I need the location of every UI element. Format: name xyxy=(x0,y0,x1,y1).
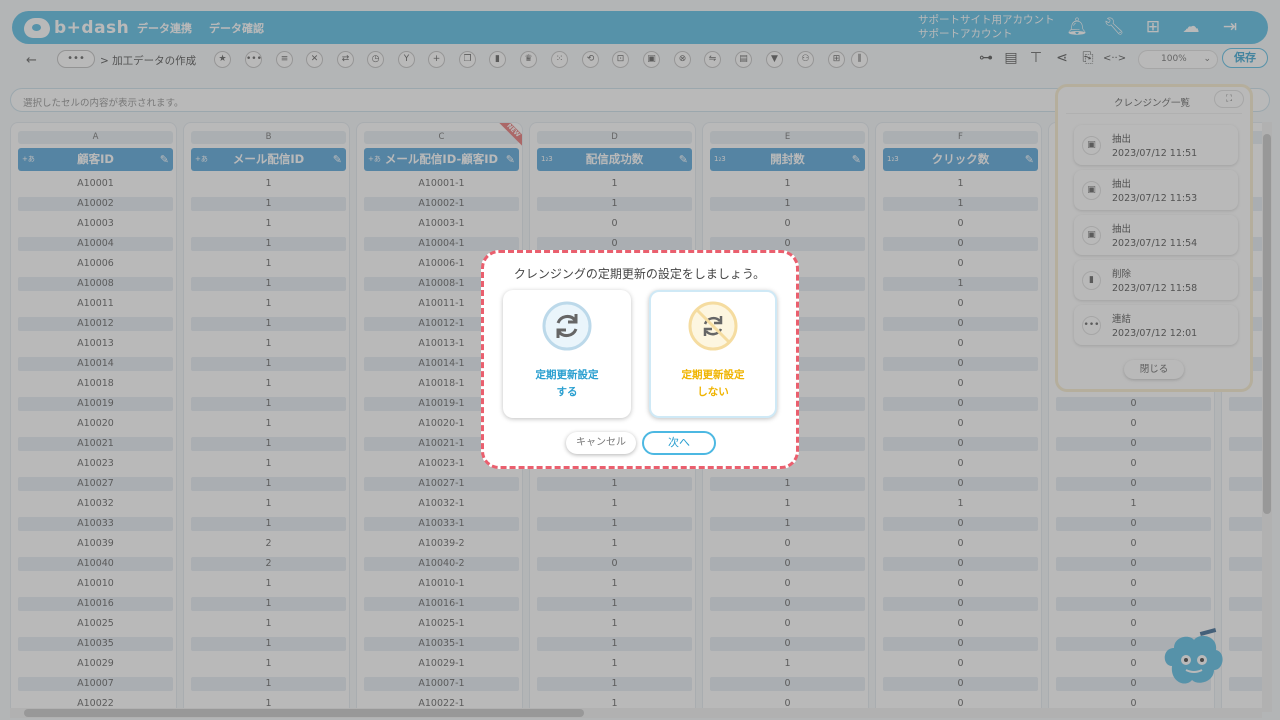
option-enable-line1: 定期更新設定 xyxy=(535,369,599,381)
refresh-icon xyxy=(542,301,592,351)
option-enable-label: 定期更新設定 する xyxy=(503,367,631,401)
option-enable-line2: する xyxy=(556,386,578,398)
option-enable-periodic-update[interactable]: 定期更新設定 する xyxy=(503,290,631,418)
next-button[interactable]: 次へ xyxy=(642,431,716,455)
periodic-update-dialog: クレンジングの定期更新の設定をしましょう。 定期更新設定 する 定期更新設定 し… xyxy=(481,250,799,469)
option-disable-line2: しない xyxy=(697,386,729,398)
cancel-button[interactable]: キャンセル xyxy=(566,432,636,454)
option-disable-line1: 定期更新設定 xyxy=(681,369,745,381)
no-refresh-icon xyxy=(688,301,738,351)
dialog-title: クレンジングの定期更新の設定をしましょう。 xyxy=(513,267,766,281)
option-disable-periodic-update[interactable]: 定期更新設定 しない xyxy=(649,290,777,418)
option-disable-label: 定期更新設定 しない xyxy=(651,367,775,401)
